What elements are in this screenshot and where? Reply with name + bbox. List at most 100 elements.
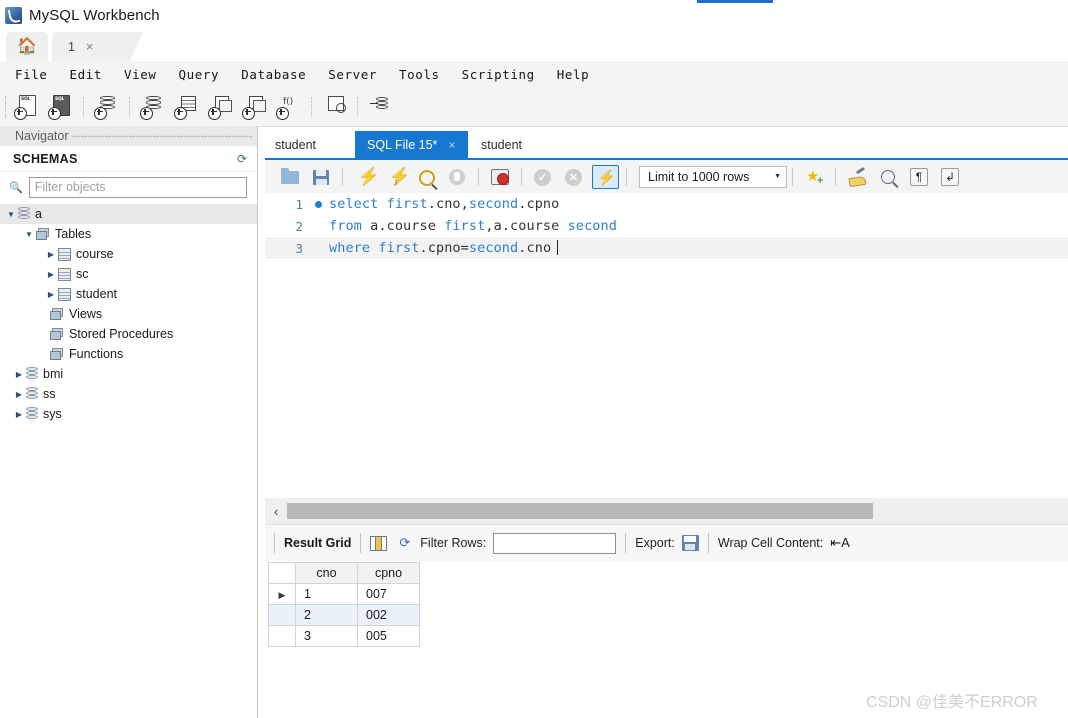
commit-icon[interactable]: ✓ [530,165,557,189]
new-view-icon[interactable] [206,93,236,121]
tab-student-right[interactable]: student [468,131,558,158]
home-tab[interactable]: 🏠 [6,32,48,61]
chevron-right-icon[interactable]: ▶ [12,370,26,379]
toggle-stop-on-error-icon[interactable] [487,165,514,189]
close-icon[interactable]: × [448,138,455,152]
filter-rows-input[interactable] [493,532,617,554]
tree-item-views[interactable]: Views [0,304,257,324]
table-icon [58,267,71,281]
new-table-icon[interactable] [172,93,202,121]
menu-server[interactable]: Server [317,67,388,82]
menu-scripting[interactable]: Scripting [451,67,546,82]
open-sql-script-icon[interactable] [46,93,76,121]
tree-item-a[interactable]: ▼ a [0,204,257,224]
save-file-icon[interactable] [308,165,335,189]
tree-item-sc[interactable]: ▶ sc [0,264,257,284]
row-marker[interactable] [268,625,296,647]
tree-item-bmi[interactable]: ▶ bmi [0,364,257,384]
sql-code-editor[interactable]: 1 select first.cno,second.cpno 2 from a.… [265,193,1068,498]
tab-student-left[interactable]: student [265,131,355,158]
open-file-icon[interactable] [277,165,304,189]
refresh-icon[interactable]: ⟳ [399,535,410,551]
code-text: from a.course first,a.course second [329,218,617,234]
scroll-left-icon[interactable]: ‹ [265,504,287,519]
result-grid-table[interactable]: cno cpno ▶ 1 007 2 002 3 005 [268,562,420,647]
connection-tab-1[interactable]: 1 × [52,32,143,61]
column-header-cno[interactable]: cno [295,562,358,584]
tree-item-label: a [35,206,42,221]
filter-objects-input[interactable] [28,176,247,198]
reconnect-to-server-icon[interactable] [366,93,396,121]
tree-item-tables[interactable]: ▼ Tables [0,224,257,244]
breakpoint-dot-icon[interactable] [307,196,329,212]
column-header-cpno[interactable]: cpno [357,562,420,584]
execute-statement-icon[interactable]: ⚡ [351,165,379,189]
tab-sql-file-15[interactable]: SQL File 15* × [355,131,468,158]
cell-cno[interactable]: 1 [295,583,358,605]
chevron-right-icon[interactable]: ▶ [44,270,58,279]
tree-item-stored-procedures[interactable]: Stored Procedures [0,324,257,344]
row-limit-dropdown[interactable]: Limit to 1000 rows ▼ [639,165,787,188]
cell-cpno[interactable]: 002 [357,604,420,626]
menu-view[interactable]: View [113,67,168,82]
table-row[interactable]: 3 005 [268,625,420,647]
chevron-right-icon[interactable]: ▶ [12,390,26,399]
toggle-autocommit-icon[interactable]: ⚡ [592,164,619,189]
folder-icon [50,307,64,321]
menu-database[interactable]: Database [230,67,317,82]
menu-tools[interactable]: Tools [388,67,451,82]
explain-query-icon[interactable] [413,165,440,189]
scrollbar-thumb[interactable] [287,503,873,519]
export-recordset-icon[interactable] [681,535,699,551]
chevron-down-icon[interactable]: ▼ [4,210,18,219]
cell-cpno[interactable]: 005 [357,625,420,647]
code-line-3[interactable]: 3 where first.cpno=second.cno [265,237,1068,259]
chevron-right-icon[interactable]: ▶ [12,410,26,419]
tree-item-sys[interactable]: ▶ sys [0,404,257,424]
beautify-query-icon[interactable]: ★ [801,165,828,189]
cell-cno[interactable]: 3 [295,625,358,647]
search-table-data-icon[interactable] [320,93,350,121]
menu-edit[interactable]: Edit [59,67,114,82]
row-marker[interactable]: ▶ [268,583,296,605]
toolbar-separator [626,167,628,186]
tree-item-functions[interactable]: Functions [0,344,257,364]
tree-item-student[interactable]: ▶ student [0,284,257,304]
menu-file[interactable]: File [4,67,59,82]
table-row[interactable]: 2 002 [268,604,420,626]
rollback-icon[interactable]: ✕ [561,165,588,189]
cell-cno[interactable]: 2 [295,604,358,626]
chevron-right-icon[interactable]: ▶ [44,250,58,259]
new-stored-procedure-icon[interactable] [240,93,270,121]
find-icon[interactable] [875,165,902,189]
toggle-word-wrap-icon[interactable]: ↲ [937,165,964,189]
new-function-icon[interactable]: f() [274,93,304,121]
toolbar-separator [342,167,344,186]
editor-horizontal-scrollbar[interactable]: ‹ [265,498,1068,524]
wrap-cell-content-icon[interactable]: ⇤A [830,535,850,551]
chevron-right-icon[interactable]: ▶ [44,290,58,299]
refresh-icon[interactable]: ⟳ [237,152,247,166]
cell-cpno[interactable]: 007 [357,583,420,605]
table-row[interactable]: ▶ 1 007 [268,583,420,605]
sql-identifier: a.course [370,218,445,234]
execute-current-statement-icon[interactable]: ⚡ I [382,165,410,189]
clear-query-icon[interactable] [844,165,871,189]
close-icon[interactable]: × [86,40,93,54]
tree-item-ss[interactable]: ▶ ss [0,384,257,404]
chevron-down-icon[interactable]: ▼ [774,173,781,180]
menu-query[interactable]: Query [168,67,231,82]
toggle-invisible-characters-icon[interactable]: ¶ [906,165,933,189]
new-sql-tab-icon[interactable] [12,93,42,121]
new-schema-icon[interactable] [138,93,168,121]
toolbar-separator [792,167,794,186]
chevron-down-icon[interactable]: ▼ [22,230,36,239]
tree-item-course[interactable]: ▶ course [0,244,257,264]
row-marker[interactable] [268,604,296,626]
code-line-2[interactable]: 2 from a.course first,a.course second [265,215,1068,237]
code-line-1[interactable]: 1 select first.cno,second.cpno [265,193,1068,215]
server-status-icon[interactable] [92,93,122,121]
grid-view-icon[interactable] [370,535,388,551]
stop-script-icon[interactable] [444,165,471,189]
menu-help[interactable]: Help [546,67,601,82]
